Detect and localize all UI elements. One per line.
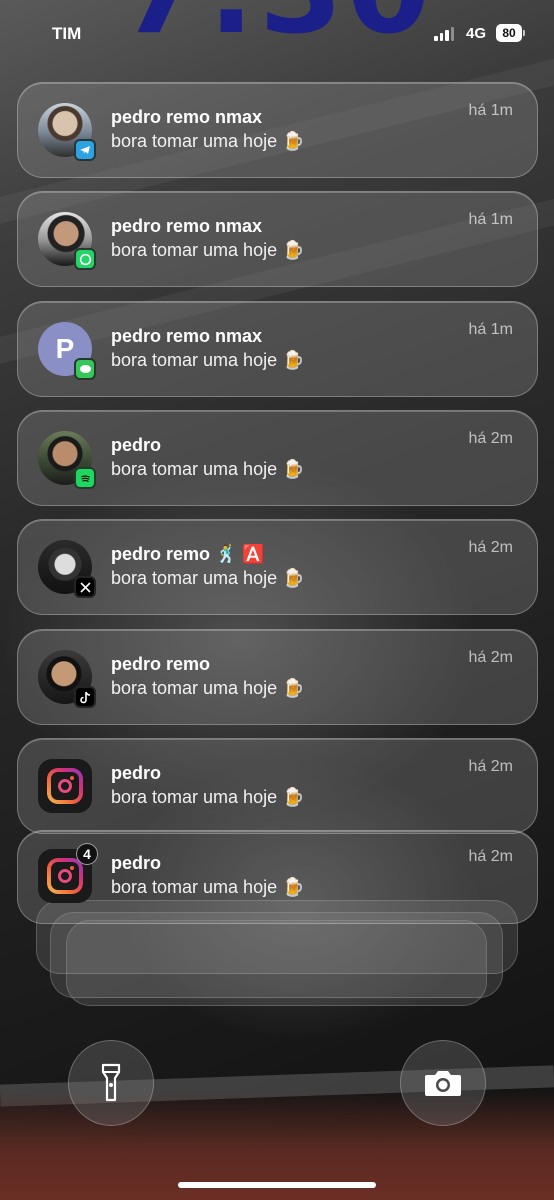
spotify-icon — [74, 467, 96, 489]
battery-icon: 80 — [496, 24, 522, 42]
notification-message: bora tomar uma hoje 🍺 — [111, 240, 305, 260]
notification-time: há 1m — [468, 321, 513, 338]
camera-icon — [425, 1071, 461, 1096]
notification-card[interactable]: pedro remo bora tomar uma hoje 🍺 há 2m — [17, 629, 538, 725]
telegram-icon — [74, 139, 96, 161]
notification-sender: pedro remo 🕺 🅰️ — [111, 544, 265, 564]
flashlight-icon — [101, 1063, 121, 1102]
whatsapp-icon — [74, 248, 96, 270]
notification-message: bora tomar uma hoje 🍺 — [111, 787, 305, 807]
notification-sender: pedro remo nmax — [111, 216, 263, 236]
notification-sender: pedro — [111, 435, 162, 455]
messages-icon — [74, 358, 96, 380]
notification-card[interactable]: pedro bora tomar uma hoje 🍺 há 2m — [17, 410, 538, 506]
tiktok-icon — [74, 686, 96, 708]
notification-message: bora tomar uma hoje 🍺 — [111, 459, 305, 479]
notification-sender: pedro remo — [111, 654, 211, 674]
flashlight-button[interactable] — [68, 1040, 154, 1126]
battery-tip — [523, 30, 525, 36]
instagram-icon — [38, 759, 92, 813]
notification-card[interactable]: pedro remo 🕺 🅰️ bora tomar uma hoje 🍺 há… — [17, 519, 538, 615]
status-bar: TIM 4G 80 — [0, 24, 554, 48]
stack-count-badge: 4 — [76, 843, 98, 865]
notification-time: há 2m — [468, 649, 513, 666]
notification-card[interactable]: pedro remo nmax bora tomar uma hoje 🍺 há… — [17, 82, 538, 178]
notification-card[interactable]: pedro remo nmax bora tomar uma hoje 🍺 há… — [17, 191, 538, 287]
notification-time: há 2m — [468, 430, 513, 447]
camera-button[interactable] — [400, 1040, 486, 1126]
notification-sender: pedro remo nmax — [111, 107, 263, 127]
signal-strength-icon — [434, 27, 454, 41]
notification-message: bora tomar uma hoje 🍺 — [111, 131, 305, 151]
notification-time: há 1m — [468, 211, 513, 228]
notification-time: há 2m — [468, 758, 513, 775]
carrier-name: TIM — [52, 24, 82, 43]
notification-message: bora tomar uma hoje 🍺 — [111, 877, 305, 897]
notification-sender: pedro — [111, 763, 162, 783]
notification-time: há 2m — [468, 539, 513, 556]
notification-time: há 2m — [468, 848, 513, 865]
notification-group[interactable]: 4 pedro bora tomar uma hoje 🍺 há 2m — [17, 830, 538, 924]
notification-message: bora tomar uma hoje 🍺 — [111, 568, 305, 588]
notification-message: bora tomar uma hoje 🍺 — [111, 678, 305, 698]
x-icon — [74, 576, 96, 598]
notification-sender: pedro remo nmax — [111, 326, 263, 346]
notification-sender: pedro — [111, 853, 162, 873]
notification-card[interactable]: pedro bora tomar uma hoje 🍺 há 2m — [17, 738, 538, 834]
notification-time: há 1m — [468, 102, 513, 119]
network-type: 4G — [466, 25, 487, 42]
notification-card[interactable]: P pedro remo nmax bora tomar uma hoje 🍺 … — [17, 301, 538, 397]
home-indicator[interactable] — [178, 1182, 376, 1188]
notification-message: bora tomar uma hoje 🍺 — [111, 350, 305, 370]
